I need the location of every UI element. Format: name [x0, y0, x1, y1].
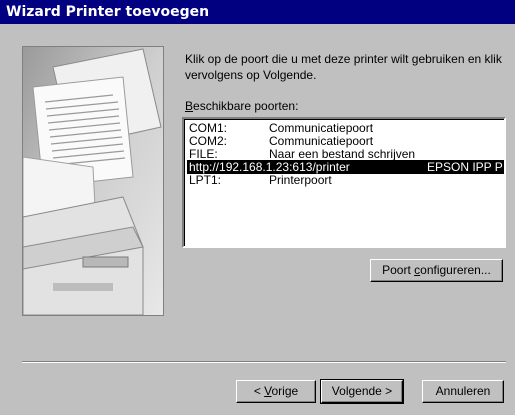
back-label-accelerator: V [264, 384, 272, 398]
port-description: Communicatiepoort [269, 121, 374, 135]
wizard-illustration [22, 46, 164, 316]
back-label-post: orige [271, 384, 299, 398]
list-item[interactable]: COM1: Communicatiepoort [187, 121, 504, 135]
list-item[interactable]: LPT1: Printerpoort [187, 173, 504, 187]
ports-list[interactable]: COM1: Communicatiepoort COM2: Communicat… [184, 119, 504, 246]
port-description: Printerpoort [269, 173, 332, 187]
port-name: http://192.168.1.23:613/printer [189, 160, 350, 174]
next-button[interactable]: Volgende > [320, 379, 404, 404]
title-bar[interactable]: Wizard Printer toevoegen [0, 0, 515, 24]
intro-text: Klik op de poort die u met deze printer … [185, 52, 502, 82]
ports-label-text: eschikbare poorten: [193, 99, 299, 113]
ports-listbox[interactable]: COM1: Communicatiepoort COM2: Communicat… [182, 117, 506, 248]
port-name: LPT1: [189, 173, 222, 187]
port-description: Communicatiepoort [269, 134, 374, 148]
ports-label-accelerator: B [185, 99, 194, 113]
list-item[interactable]: FILE: Naar een bestand schrijven [187, 147, 504, 161]
list-item[interactable]: COM2: Communicatiepoort [187, 134, 504, 148]
available-ports-label: Beschikbare poorten: [185, 99, 298, 113]
configure-label-post: onfigureren... [420, 263, 491, 277]
printer-illustration-icon [23, 47, 163, 315]
port-name: COM1: [189, 121, 228, 135]
back-label-pre: < [253, 384, 265, 398]
port-name: COM2: [189, 134, 228, 148]
back-button[interactable]: < Vorige [236, 380, 316, 403]
configure-port-button[interactable]: Poort configureren... [370, 259, 503, 282]
port-extra: EPSON IPP P [427, 160, 503, 174]
cancel-button[interactable]: Annuleren [422, 380, 504, 403]
port-description: Naar een bestand schrijven [269, 147, 416, 161]
window-title: Wizard Printer toevoegen [6, 4, 210, 20]
list-item-selected[interactable]: http://192.168.1.23:613/printer EPSON IP… [187, 160, 504, 174]
configure-label-pre: Poort [382, 263, 415, 277]
separator [22, 361, 506, 363]
port-name: FILE: [189, 147, 218, 161]
